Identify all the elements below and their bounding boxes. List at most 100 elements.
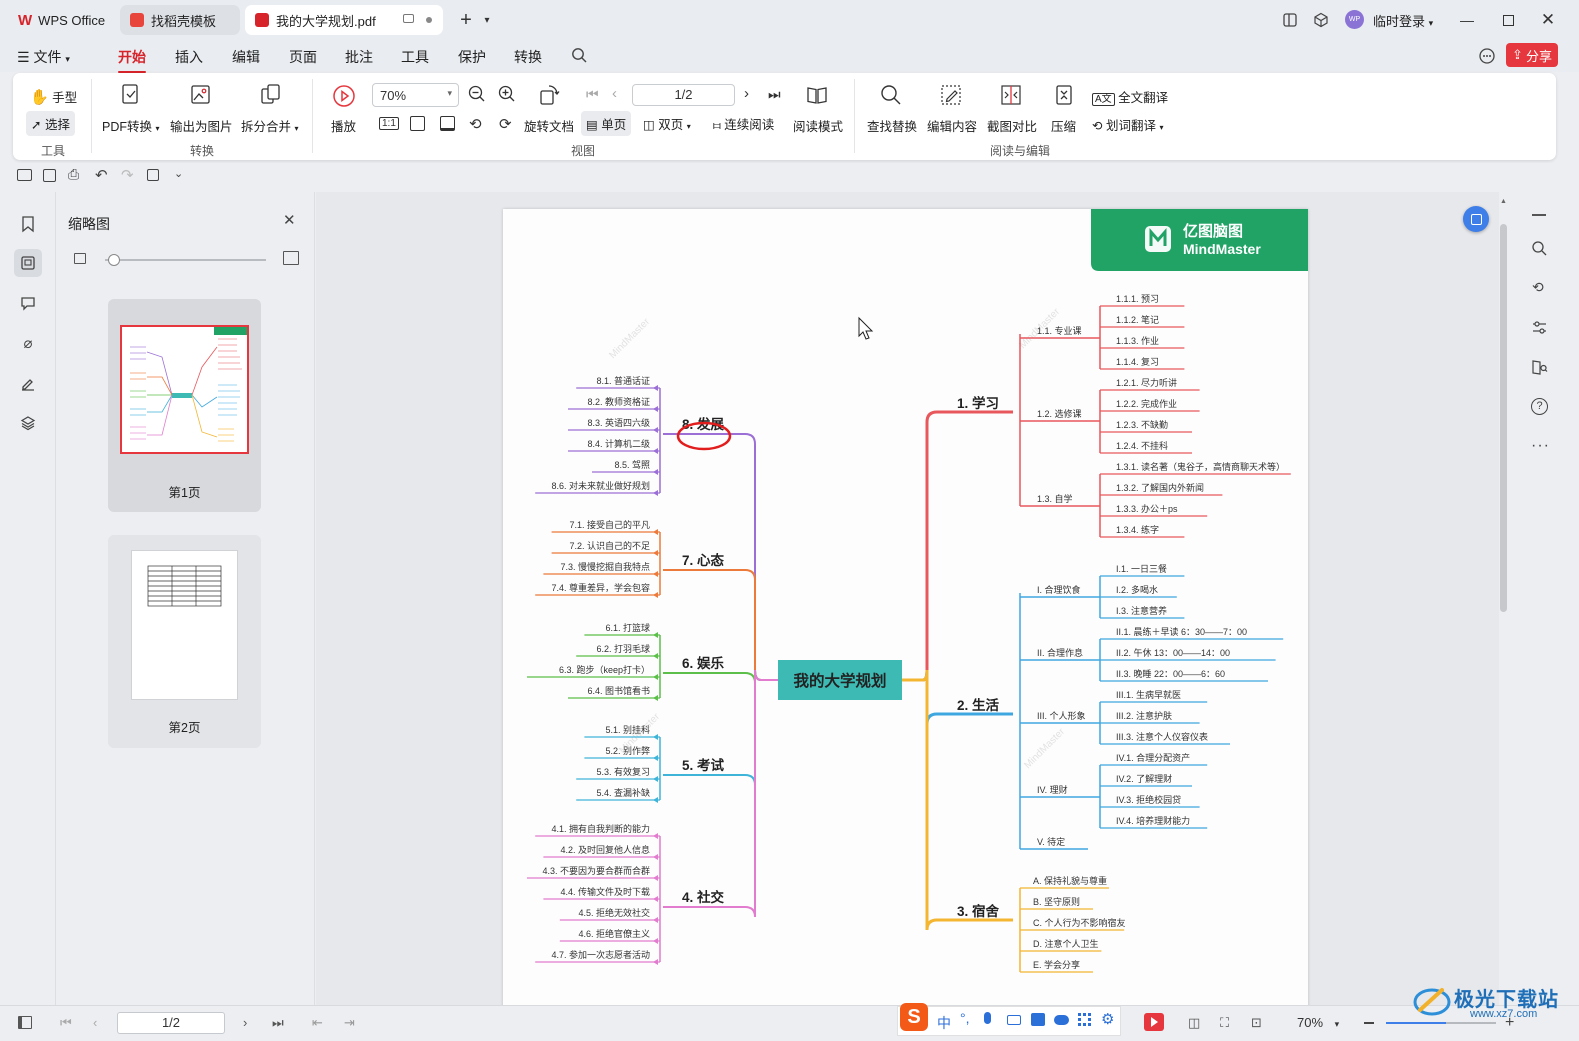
vertical-scrollbar[interactable]: ▲ (1499, 192, 1509, 1005)
large-image-icon[interactable] (283, 251, 299, 265)
screenshot-compare-button[interactable]: 截图对比 (987, 116, 1037, 135)
rotate-doc-button[interactable]: 旋转文档 (524, 116, 574, 135)
fit-page-icon[interactable]: ⛶ (1220, 1015, 1229, 1031)
double-page-icon[interactable]: ◫ (1188, 1015, 1200, 1031)
translate-icon[interactable]: ⟲ (1532, 279, 1544, 296)
minimize-button[interactable]: — (1456, 9, 1478, 31)
print-icon[interactable]: ⎙ (68, 166, 79, 183)
open-folder-icon[interactable] (17, 169, 32, 181)
split-merge-button[interactable]: 拆分合并 ▾ (241, 116, 299, 135)
continuous-button[interactable]: ⧦ 连续阅读 (713, 114, 774, 133)
slider-handle[interactable] (108, 254, 120, 266)
menu-comment[interactable]: 批注 (345, 47, 373, 67)
collapse-icon[interactable] (1532, 214, 1546, 216)
next-page-icon[interactable]: › (744, 85, 749, 102)
attachment-icon[interactable]: ⌀ (14, 329, 42, 357)
first-page-icon[interactable]: ⏮ (586, 86, 599, 103)
chevron-down-icon[interactable]: ⌄ (174, 167, 183, 180)
prev-page-icon[interactable]: ‹ (93, 1015, 97, 1030)
menu-tools[interactable]: 工具 (401, 47, 429, 67)
save-icon[interactable] (43, 169, 56, 182)
ime-toolbar[interactable]: S 中 °, ⚙ (897, 1003, 1121, 1036)
edit-content-button[interactable]: 编辑内容 (927, 116, 977, 135)
pdf-convert-button[interactable]: PDF转换 ▾ (102, 116, 160, 135)
close-icon[interactable]: ✕ (283, 211, 296, 229)
select-tool-button[interactable]: ➚ 选择 (26, 111, 75, 136)
close-button[interactable]: ✕ (1537, 9, 1559, 31)
double-page-button[interactable]: ◫ 双页 ▾ (643, 114, 691, 133)
export-image-button[interactable]: 输出为图片 (170, 116, 233, 135)
word-translate-button[interactable]: ⟲ 划词翻译 ▾ (1092, 115, 1163, 134)
menu-insert[interactable]: 插入 (175, 47, 203, 67)
play-button[interactable]: 播放 (331, 116, 356, 135)
zoom-out-icon[interactable] (467, 84, 491, 108)
back-icon[interactable]: ⇤ (312, 1015, 323, 1031)
fit-width-icon[interactable] (440, 116, 455, 131)
bookmark-icon[interactable] (14, 210, 42, 238)
small-image-icon[interactable] (74, 253, 86, 264)
first-page-icon[interactable]: ⏮ (60, 1015, 72, 1031)
menu-protect[interactable]: 保护 (458, 47, 486, 67)
tab-wps-office[interactable]: W WPS Office (8, 5, 116, 35)
book-search-icon[interactable] (1531, 359, 1548, 379)
status-zoom-select[interactable]: 70% ▾ (1297, 1015, 1339, 1030)
signature-icon[interactable] (14, 369, 42, 397)
layout-icon[interactable] (1279, 9, 1301, 31)
search-icon[interactable] (571, 47, 588, 67)
thumbnail-page-1[interactable]: 第1页 (108, 299, 261, 512)
copy-icon[interactable] (147, 169, 159, 181)
reading-mode-button[interactable]: 阅读模式 (793, 116, 843, 135)
avatar[interactable]: WP (1345, 10, 1364, 29)
menu-home[interactable]: 开始 (118, 47, 146, 73)
comment-icon[interactable] (14, 289, 42, 317)
cube-icon[interactable] (1310, 9, 1332, 31)
find-replace-button[interactable]: 查找替换 (867, 116, 917, 135)
prev-page-icon[interactable]: ‹ (612, 85, 617, 102)
tab-document[interactable]: 我的大学规划.pdf (245, 5, 443, 35)
search-icon[interactable] (1531, 240, 1548, 260)
single-page-button[interactable]: ▤ 单页 (581, 111, 632, 136)
document-viewport[interactable]: 亿图脑图 MindMaster MindMaster MindMaster MindMa… (316, 192, 1499, 1005)
zoom-select[interactable]: 70% ▾ (372, 83, 459, 107)
settings-sliders-icon[interactable] (1531, 319, 1548, 339)
scroll-up-arrow-icon[interactable]: ▲ (1500, 198, 1507, 205)
login-button[interactable]: 临时登录 ▾ (1373, 11, 1433, 30)
scroll-thumb[interactable] (1500, 224, 1507, 612)
rotate-left-icon[interactable]: ⟲ (469, 115, 482, 133)
status-page-input[interactable]: 1/2 (117, 1012, 225, 1034)
thumbnail-size-slider[interactable] (105, 254, 266, 266)
screen-icon[interactable] (403, 14, 414, 23)
tab-template[interactable]: 找稻壳模板 (120, 5, 240, 35)
more-icon[interactable]: ··· (1531, 437, 1550, 455)
dot-icon[interactable] (426, 17, 432, 23)
sidebar-toggle-icon[interactable] (18, 1016, 32, 1029)
zoom-out-icon[interactable] (1364, 1022, 1374, 1024)
menu-page[interactable]: 页面 (289, 47, 317, 67)
actual-size-icon[interactable]: 1:1 (379, 117, 399, 130)
last-page-icon[interactable]: ⏭ (272, 1015, 284, 1031)
menu-convert[interactable]: 转换 (514, 47, 542, 67)
play-slideshow-button[interactable] (1144, 1013, 1164, 1031)
forward-icon[interactable]: ⇥ (344, 1015, 355, 1031)
new-tab-button[interactable]: + (455, 9, 477, 31)
translate-float-button[interactable] (1463, 206, 1489, 232)
redo-icon[interactable]: ↷ (121, 166, 134, 184)
share-button[interactable]: ⇪ 分享 (1506, 43, 1558, 67)
file-menu[interactable]: ☰ 文件 ▾ (17, 47, 70, 67)
layers-icon[interactable] (14, 409, 42, 437)
full-translate-button[interactable]: A文 全文翻译 (1092, 87, 1168, 106)
rotate-right-icon[interactable]: ⟳ (499, 115, 512, 133)
help-icon[interactable]: ? (1531, 398, 1548, 415)
chat-icon[interactable] (1478, 47, 1496, 68)
maximize-button[interactable] (1497, 9, 1519, 31)
zoom-in-icon[interactable] (497, 84, 521, 108)
last-page-icon[interactable]: ⏭ (768, 86, 781, 103)
page-input[interactable]: 1/2 (632, 84, 735, 106)
fit-page-icon[interactable] (410, 116, 425, 131)
thumbnail-icon[interactable] (14, 249, 42, 277)
fit-width-icon[interactable]: ⊡ (1251, 1015, 1262, 1031)
undo-icon[interactable]: ↶ (95, 166, 108, 184)
tab-list-chevron-icon[interactable]: ▾ (476, 9, 498, 31)
menu-edit[interactable]: 编辑 (232, 47, 260, 67)
thumbnail-page-2[interactable]: 第2页 (108, 535, 261, 748)
